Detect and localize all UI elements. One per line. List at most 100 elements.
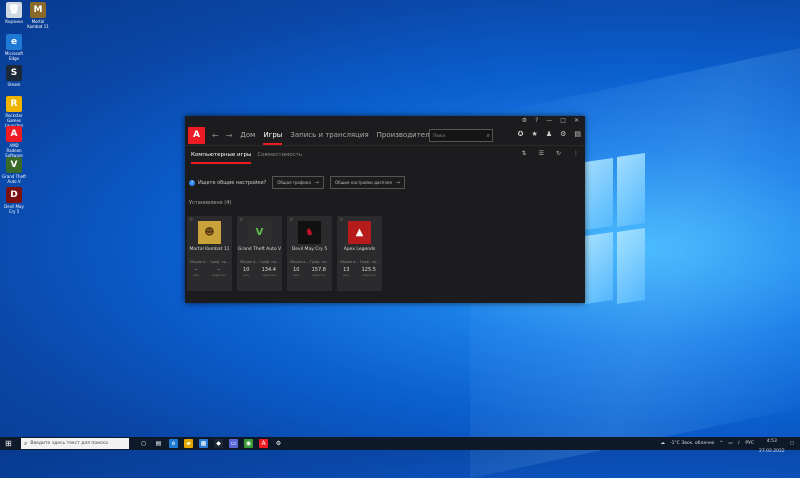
language-indicator[interactable]: РУС: [745, 441, 754, 446]
desktop-icon-mortal-kombat[interactable]: M Mortal Kombat 11: [26, 2, 50, 29]
game-meta: Общее в... Граф. пр...: [289, 260, 330, 264]
sub-nav: Компьютерные игры Совместимость ⇅ ☰ ↻ ⋮: [185, 145, 585, 164]
back-arrow-icon[interactable]: ←: [212, 131, 219, 140]
desktop-icon-recycle-bin[interactable]: 🗑 Корзина: [2, 2, 26, 24]
global-display-button[interactable]: Общие настройки дисплея →: [329, 176, 405, 189]
arrow-right-icon: →: [314, 179, 319, 186]
favorite-star-icon[interactable]: ☆: [239, 217, 243, 223]
bug-icon[interactable]: ✪: [518, 130, 524, 138]
game-card-dmc5[interactable]: ☆ ♞ Devil May Cry 5 Общее в... Граф. пр.…: [287, 216, 332, 291]
game-meta: Общее в... Граф. пр...: [339, 260, 380, 264]
tab-games[interactable]: Игры: [263, 131, 282, 145]
games-grid: ☆ ☻ Mortal Kombat 11 Общее в... Граф. пр…: [187, 216, 382, 291]
start-button-windows-icon[interactable]: ⊞: [5, 439, 17, 448]
gear-icon[interactable]: ⚙: [560, 130, 566, 138]
system-tray: ☁ -1°C Звск. облачно ^ ▭ ♪ РУС 4:53 27.0…: [661, 437, 794, 454]
amd-radeon-window: ⚙ ? — □ ✕ A ← → Дом Игры Запись и трансл…: [185, 116, 585, 303]
search-input[interactable]: Поиск: [433, 133, 487, 138]
tip-text: Ищете общие настройки?: [198, 179, 267, 186]
search-icon: ⌕: [24, 439, 28, 447]
search-icon: ⌕: [486, 131, 490, 139]
general-settings-tip: ? Ищете общие настройки? Общая графика → …: [189, 176, 405, 189]
minimize-button[interactable]: —: [546, 117, 552, 124]
favorite-star-icon[interactable]: ☆: [339, 217, 343, 223]
desktop-icon-gta5[interactable]: V Grand Theft Auto V: [2, 157, 26, 184]
weather-text[interactable]: -1°C Звск. облачно: [670, 441, 714, 446]
taskbar-search[interactable]: ⌕ Введите здесь текст для поиска: [21, 438, 129, 449]
edge-taskbar-icon[interactable]: e: [169, 439, 178, 448]
weather-cloud-icon[interactable]: ☁: [661, 441, 666, 446]
xbox-icon[interactable]: ◉: [244, 439, 253, 448]
game-card-gta5[interactable]: ☆ V Grand Theft Auto V Общее в... Граф. …: [237, 216, 282, 291]
dmc5-icon: D: [6, 187, 22, 203]
title-bar: ⚙ ? — □ ✕: [185, 116, 585, 125]
gta5-icon: V: [6, 157, 22, 173]
recycle-bin-icon: 🗑: [6, 2, 22, 18]
favorite-star-icon[interactable]: ☆: [189, 217, 193, 223]
network-icon[interactable]: ▭: [728, 441, 732, 446]
game-art: ☻: [198, 221, 221, 244]
amd-icon: A: [6, 126, 22, 142]
volume-icon[interactable]: ♪: [737, 441, 740, 446]
tab-record-stream[interactable]: Запись и трансляция: [290, 131, 368, 139]
arrow-right-icon: →: [395, 179, 400, 186]
bell-icon[interactable]: ♟: [546, 130, 552, 138]
more-icon[interactable]: ⋮: [573, 150, 579, 157]
game-card-mortal-kombat[interactable]: ☆ ☻ Mortal Kombat 11 Общее в... Граф. пр…: [187, 216, 232, 291]
discord-icon[interactable]: ▭: [229, 439, 238, 448]
cortana-icon[interactable]: ○: [139, 439, 148, 448]
maximize-button[interactable]: □: [560, 117, 566, 124]
help-icon[interactable]: ?: [535, 117, 538, 124]
game-meta: Общее в... Граф. пр...: [189, 260, 230, 264]
game-art: V: [248, 221, 271, 244]
game-art: ♞: [298, 221, 321, 244]
favorite-star-icon[interactable]: ☆: [289, 217, 293, 223]
store-icon[interactable]: ▦: [199, 439, 208, 448]
notifications-icon[interactable]: ▢: [790, 441, 794, 446]
settings-window-icon[interactable]: ⚙: [522, 117, 527, 124]
desktop-icon-amd[interactable]: A AMD Radeon Software: [2, 126, 26, 158]
clock-date: 27.02.2022: [758, 448, 785, 454]
game-name: Mortal Kombat 11: [189, 247, 230, 252]
desktop-icon-edge[interactable]: e Microsoft Edge: [2, 34, 26, 61]
installed-heading: Установлено (4): [189, 200, 232, 206]
panel-icon[interactable]: ▤: [574, 130, 581, 138]
global-graphics-button[interactable]: Общая графика →: [272, 176, 324, 189]
game-name: Grand Theft Auto V: [237, 247, 282, 252]
steam-taskbar-icon[interactable]: ◆: [214, 439, 223, 448]
steam-icon: S: [6, 65, 22, 81]
search-box[interactable]: Поиск ⌕: [429, 129, 493, 142]
question-icon: ?: [189, 179, 195, 186]
amd-taskbar-icon[interactable]: A: [259, 439, 268, 448]
game-meta: Общее в... Граф. пр...: [239, 260, 280, 264]
list-view-icon[interactable]: ☰: [539, 150, 544, 157]
rockstar-icon: R: [6, 96, 22, 112]
taskbar-search-input[interactable]: Введите здесь текст для поиска: [30, 441, 108, 446]
taskbar-apps: ○ ▤ e ▰ ▦ ◆ ▭ ◉ A ⚙: [139, 439, 283, 448]
star-icon[interactable]: ★: [532, 130, 538, 138]
main-nav: A ← → Дом Игры Запись и трансляция Произ…: [185, 125, 585, 145]
desktop-icon-rockstar[interactable]: R Rockstar Games Launcher: [2, 96, 26, 128]
desktop-icon-steam[interactable]: S Steam: [2, 65, 26, 87]
file-explorer-icon[interactable]: ▰: [184, 439, 193, 448]
game-card-apex[interactable]: ☆ ▲ Apex Legends Общее в... Граф. пр... …: [337, 216, 382, 291]
game-name: Apex Legends: [343, 247, 376, 252]
settings-taskbar-icon[interactable]: ⚙: [274, 439, 283, 448]
tab-pc-games[interactable]: Компьютерные игры: [191, 152, 252, 164]
tab-home[interactable]: Дом: [240, 131, 255, 139]
tray-chevron-icon[interactable]: ^: [719, 441, 723, 446]
amd-logo-icon: A: [188, 126, 205, 144]
edge-icon: e: [6, 34, 22, 50]
refresh-icon[interactable]: ↻: [556, 150, 561, 157]
sort-icon[interactable]: ⇅: [522, 150, 527, 157]
clock[interactable]: 4:53 27.02.2022: [759, 434, 785, 454]
clock-time: 4:53: [766, 438, 777, 444]
tab-compatibility[interactable]: Совместимость: [257, 152, 302, 158]
game-art: ▲: [348, 221, 371, 244]
taskbar: ⊞ ⌕ Введите здесь текст для поиска ○ ▤ e…: [0, 437, 800, 454]
mortal-kombat-icon: M: [30, 2, 46, 18]
forward-arrow-icon[interactable]: →: [226, 131, 233, 140]
task-view-icon[interactable]: ▤: [154, 439, 163, 448]
close-button[interactable]: ✕: [574, 117, 579, 124]
desktop-icon-dmc5[interactable]: D Devil May Cry 5: [2, 187, 26, 214]
